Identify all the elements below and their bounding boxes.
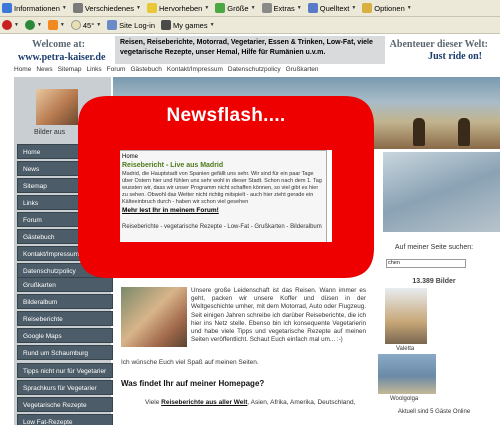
toolbar-my-games[interactable]: My games ▼ xyxy=(161,20,215,30)
intro-text: Unsere große Leidenschaft ist das Reisen… xyxy=(191,287,366,344)
toolbar-hervorheben[interactable]: Hervorheben ▼ xyxy=(146,3,210,13)
chevron-down-icon: ▼ xyxy=(59,22,65,28)
person-figure xyxy=(458,118,470,146)
stop-icon xyxy=(2,20,12,30)
thumbnail-caption: Woolgolga xyxy=(390,396,419,402)
topnav-sitemap[interactable]: Sitemap xyxy=(58,66,82,73)
resize-icon xyxy=(215,3,226,13)
topnav-guestbook[interactable]: Gästebuch xyxy=(130,66,161,73)
sidebar-item-language-course[interactable]: Sprachkurs für Vegetarier xyxy=(17,380,113,395)
info-icon xyxy=(2,3,12,13)
color-icon xyxy=(24,20,35,30)
highlight-icon xyxy=(146,3,157,13)
chevron-down-icon: ▼ xyxy=(250,5,256,11)
toolbar-informationen[interactable]: Informationen ▼ xyxy=(2,3,67,13)
color-button[interactable]: ▼ xyxy=(24,20,42,30)
newsflash-overlay[interactable]: Newsflash.... xyxy=(76,94,376,280)
right-panel: Auf meiner Seite suchen: chen 13.389 Bil… xyxy=(368,242,500,425)
rss-button[interactable]: ▼ xyxy=(47,20,65,30)
person-figure xyxy=(413,118,425,146)
chevron-down-icon: ▼ xyxy=(96,22,102,28)
toolbar-groesse[interactable]: Größe ▼ xyxy=(215,3,256,13)
tools-icon xyxy=(261,3,272,13)
options-icon xyxy=(362,3,373,13)
browser-toolbar-2: ▼ ▼ ▼ 45° ▼ Site Log-in My games ▼ xyxy=(0,17,500,34)
sidebar-item-album[interactable]: Bilderalbum xyxy=(17,294,113,309)
ride-on-text: Just ride on! xyxy=(428,51,482,62)
section-heading: Was findet Ihr auf meiner Homepage? xyxy=(121,379,265,388)
topnav-contact[interactable]: Kontakt/Impressum xyxy=(167,66,223,73)
source-icon xyxy=(307,3,318,13)
chevron-down-icon: ▼ xyxy=(351,5,357,11)
top-nav: Home News Sitemap Links Forum Gästebuch … xyxy=(14,66,319,73)
avatar xyxy=(36,89,78,125)
site-header: Welcome at: www.petra-kaiser.de Reisen, … xyxy=(0,35,500,65)
browser-toolbar-1: Informationen ▼ Verschiedenes ▼ Hervorhebe… xyxy=(0,0,500,17)
angle-icon xyxy=(70,20,81,30)
search-input[interactable]: chen xyxy=(386,259,466,268)
toolbar-extras[interactable]: Extras ▼ xyxy=(261,3,302,13)
topnav-links[interactable]: Links xyxy=(86,66,101,73)
chevron-down-icon: ▼ xyxy=(296,5,302,11)
wish-text: Ich wünsche Euch viel Spaß auf meinen Se… xyxy=(121,359,259,366)
chevron-down-icon: ▼ xyxy=(14,22,19,28)
thumbnail-valetta[interactable] xyxy=(385,288,427,344)
chevron-down-icon: ▼ xyxy=(61,5,67,11)
topnav-greeting-cards[interactable]: Grußkarten xyxy=(286,66,319,73)
image-count: 13.389 Bilder xyxy=(412,278,456,285)
intro-photo xyxy=(121,287,187,347)
games-icon xyxy=(161,20,172,30)
travel-reports-link[interactable]: Reiseberichte aus aller Welt xyxy=(161,399,247,406)
welcome-text: Welcome at: xyxy=(32,39,86,50)
thumbnail-woolgolga[interactable] xyxy=(378,354,436,394)
angle-control[interactable]: 45° ▼ xyxy=(70,20,102,30)
rss-icon xyxy=(47,20,58,30)
chevron-down-icon: ▼ xyxy=(406,5,412,11)
sidebar-item-google-maps[interactable]: Google Maps xyxy=(17,328,113,343)
login-icon xyxy=(107,20,118,30)
site-url-link[interactable]: www.petra-kaiser.de xyxy=(18,52,105,63)
stop-button[interactable]: ▼ xyxy=(2,20,19,30)
online-count: Aktuell sind 5 Gäste Online xyxy=(397,409,471,415)
chevron-down-icon: ▼ xyxy=(136,5,141,11)
chevron-down-icon: ▼ xyxy=(36,22,42,28)
side-photo xyxy=(383,152,500,232)
header-banner: Reisen, Reiseberichte, Motorrad, Vegetar… xyxy=(115,36,385,64)
section-paragraph: Viele Reiseberichte aus aller Welt, Asie… xyxy=(145,399,356,406)
sidebar-item-lowfat-recipes[interactable]: Low Fat-Rezepte xyxy=(17,414,113,425)
sidebar-item-tips[interactable]: Tipps nicht nur für Vegetarier xyxy=(17,363,113,378)
topnav-forum[interactable]: Forum xyxy=(107,66,126,73)
nav-group-vegetarian: Tipps nicht nur für Vegetarier Sprachkur… xyxy=(17,363,113,425)
chevron-down-icon: ▼ xyxy=(209,22,215,28)
topnav-home[interactable]: Home xyxy=(14,66,31,73)
topnav-news[interactable]: News xyxy=(36,66,52,73)
sidebar-item-travel-reports[interactable]: Reiseberichte xyxy=(17,311,113,326)
toolbar-optionen[interactable]: Optionen ▼ xyxy=(362,3,412,13)
chevron-down-icon: ▼ xyxy=(204,5,210,11)
avatar-caption: Bilder aus xyxy=(34,129,66,136)
newsflash-title: Newsflash.... xyxy=(166,105,286,126)
adventure-text: Abenteuer dieser Welt: xyxy=(389,39,488,50)
toolbar-verschiedenes[interactable]: Verschiedenes ▼ xyxy=(72,3,141,13)
search-title: Auf meiner Seite suchen: xyxy=(394,244,474,251)
toolbar-site-log-in[interactable]: Site Log-in xyxy=(107,20,155,30)
sidebar-item-veg-recipes[interactable]: Vegetarische Rezepte xyxy=(17,397,113,412)
thumbnail-caption: Valetta xyxy=(396,346,415,352)
nav-group-media: Grußkarten Bilderalbum Reiseberichte Goo… xyxy=(17,277,113,362)
sidebar-item-schaumburg[interactable]: Rund um Schaumburg xyxy=(17,345,113,360)
topnav-privacy[interactable]: Datenschutzpolicy xyxy=(228,66,281,73)
misc-icon xyxy=(72,3,83,13)
toolbar-quelltext[interactable]: Quelltext ▼ xyxy=(307,3,357,13)
